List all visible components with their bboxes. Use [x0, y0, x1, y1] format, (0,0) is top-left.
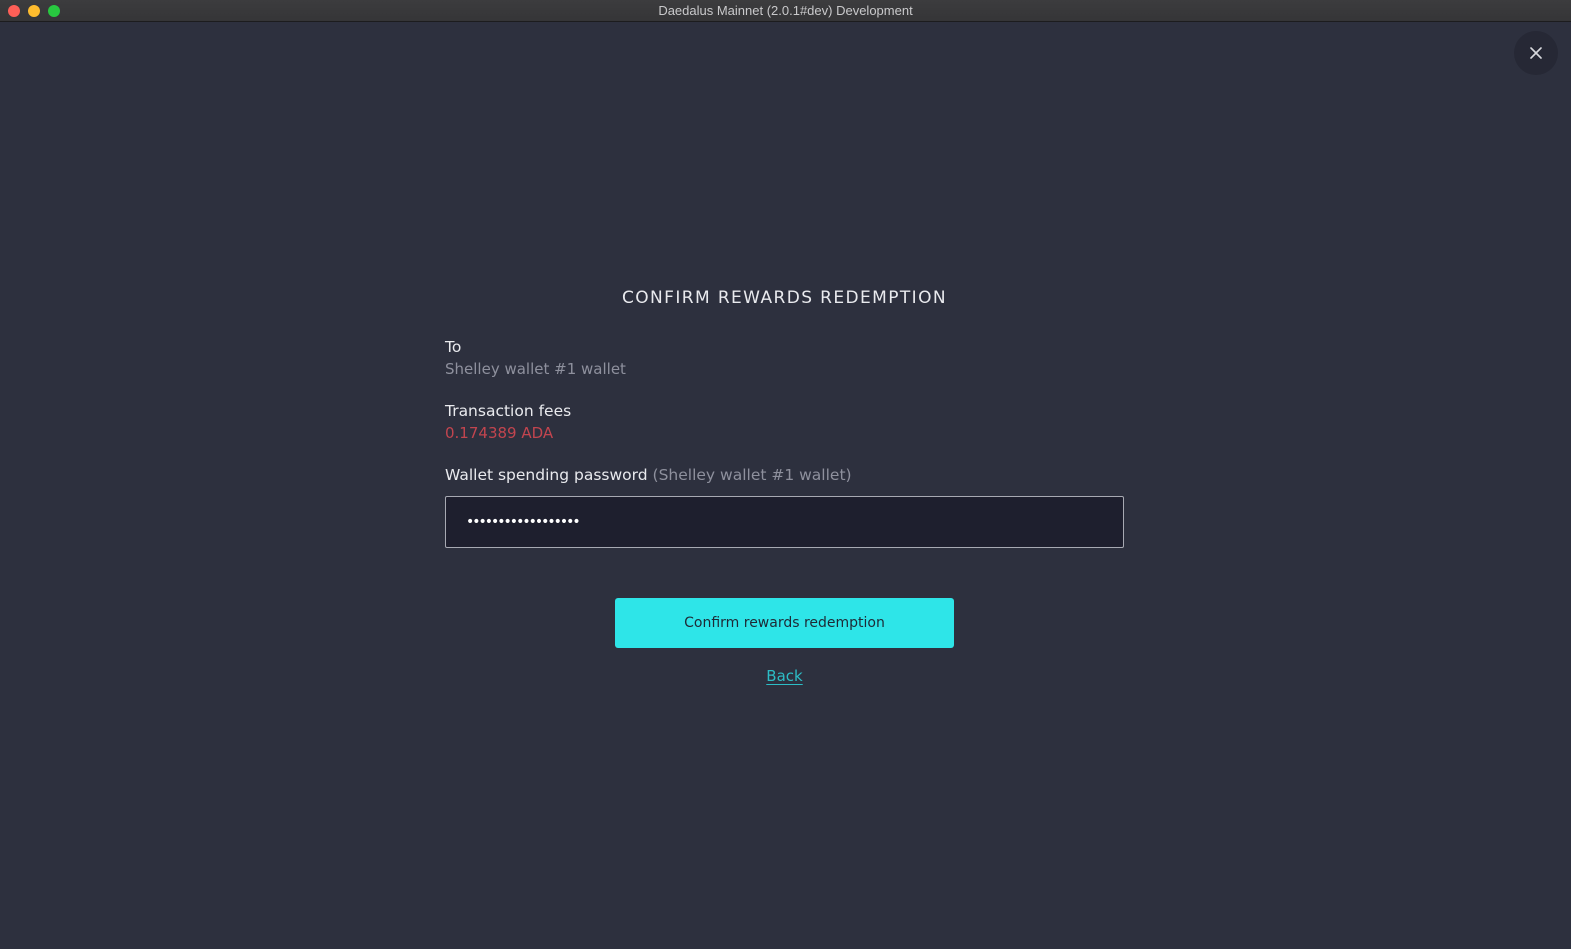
password-field-group: Wallet spending password (Shelley wallet…	[445, 464, 1124, 548]
to-field-group: To Shelley wallet #1 wallet	[445, 336, 1124, 380]
fees-label: Transaction fees	[445, 402, 572, 420]
dialog-title: CONFIRM REWARDS REDEMPTION	[621, 288, 947, 308]
to-label: To	[445, 338, 462, 356]
password-wallet-hint: (Shelley wallet #1 wallet)	[652, 466, 852, 484]
password-label: Wallet spending password	[445, 466, 648, 484]
fees-value: 0.174389 ADA	[445, 424, 554, 442]
confirm-redemption-button[interactable]: Confirm rewards redemption	[615, 598, 954, 648]
fees-field-group: Transaction fees 0.174389 ADA	[445, 400, 1124, 444]
back-link[interactable]: Back	[755, 667, 815, 685]
spending-password-input[interactable]	[445, 496, 1124, 548]
title-bar: Daedalus Mainnet (2.0.1#dev) Development	[0, 0, 1571, 22]
app-window: Daedalus Mainnet (2.0.1#dev) Development…	[0, 0, 1571, 949]
window-title: Daedalus Mainnet (2.0.1#dev) Development	[658, 3, 913, 18]
to-value: Shelley wallet #1 wallet	[445, 360, 626, 378]
close-dialog-button[interactable]	[1514, 31, 1558, 75]
confirm-redemption-dialog: CONFIRM REWARDS REDEMPTION To Shelley wa…	[445, 280, 1124, 685]
password-label-row: Wallet spending password (Shelley wallet…	[445, 464, 1124, 486]
close-icon	[1530, 47, 1542, 59]
